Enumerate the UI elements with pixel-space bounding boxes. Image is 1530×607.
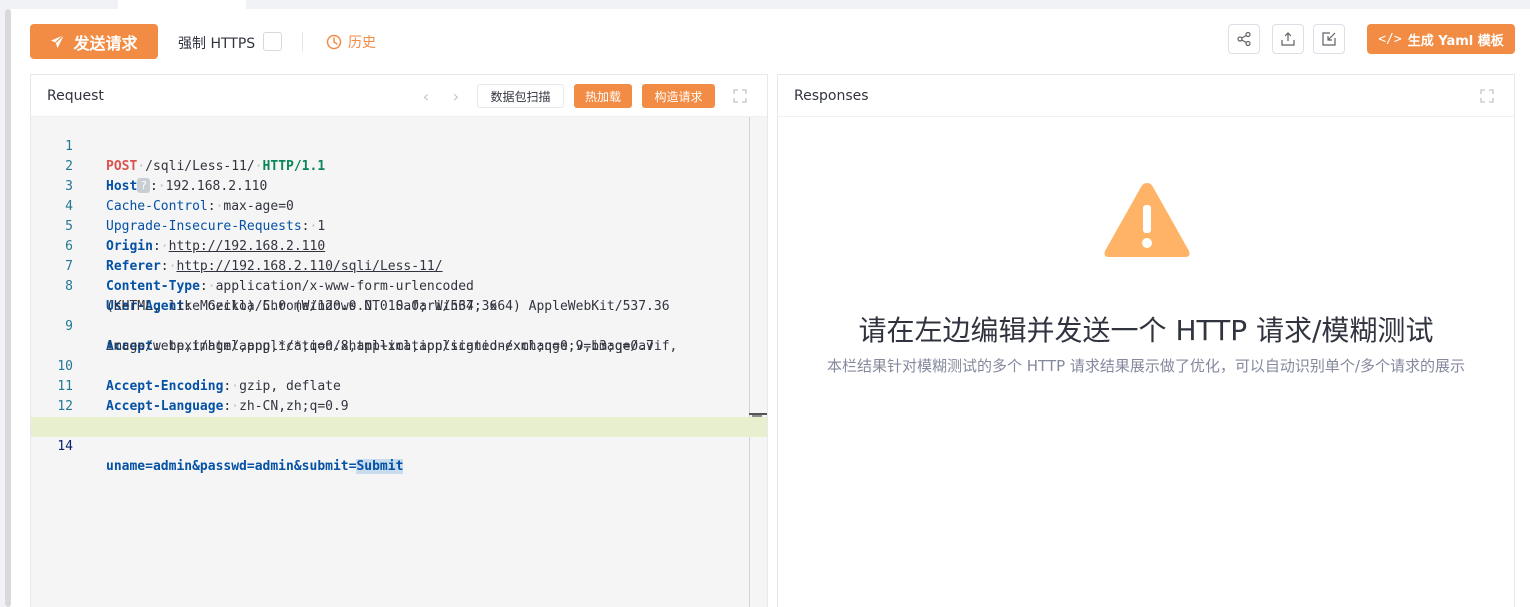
generate-yaml-button[interactable]: </> 生成 Yaml 模板	[1367, 24, 1515, 54]
code-line[interactable]: 8 User-Agent:·Mozilla/5.0 (Windows NT 10…	[31, 257, 767, 314]
share-icon	[1237, 31, 1251, 47]
code-line[interactable]: 4 Upgrade-Insecure-Requests:·1	[31, 177, 767, 234]
code-line[interactable]: 11 Accept-Language:·zh-CN,zh;q=0.9	[31, 357, 767, 414]
code-line[interactable]: 1 POST·/sqli/Less-11/·HTTP/1.1	[31, 117, 767, 174]
responses-panel: Responses 请在左边编辑并发送一个 HTTP 请求/模糊测试 本栏结果针…	[777, 74, 1515, 607]
warning-icon	[1104, 183, 1190, 257]
request-title: Request	[47, 88, 104, 104]
packet-scan-button[interactable]: 数据包扫描	[477, 84, 564, 108]
share-button[interactable]	[1228, 24, 1260, 54]
code-line[interactable]: 7 Content-Type:·application/x-www-form-u…	[31, 237, 767, 294]
code-line[interactable]: 13	[31, 397, 767, 434]
left-scroll-rail	[0, 9, 11, 607]
generate-yaml-label: 生成 Yaml 模板	[1407, 33, 1504, 49]
responses-panel-header: Responses	[778, 75, 1514, 117]
request-editor[interactable]: 1 POST·/sqli/Less-11/·HTTP/1.1 2 Host?:·…	[31, 117, 767, 607]
active-tab[interactable]	[118, 0, 246, 9]
toolbar: 发送请求 强制 HTTPS 历史 </> 生成 Yaml 模板	[30, 24, 1516, 59]
import-button[interactable]	[1313, 24, 1345, 54]
code-line[interactable]: 5 Origin:·http://192.168.2.110	[31, 197, 767, 254]
code-icon: </>	[1378, 31, 1402, 47]
toolbar-divider	[302, 32, 303, 52]
code-line-wrap[interactable]: (KHTML, like Gecko) Chrome/120.0.0.0 Saf…	[31, 277, 767, 314]
send-request-button[interactable]: 发送请求	[30, 24, 158, 59]
selected-text: Submit	[356, 459, 404, 474]
force-https-label: 强制 HTTPS	[178, 36, 256, 52]
export-button[interactable]	[1272, 24, 1304, 54]
code-line-active[interactable]: 14 uname=admin&passwd=admin&submit=Submi…	[31, 417, 767, 474]
top-tab-strip	[0, 0, 1530, 9]
send-request-label: 发送请求	[73, 33, 138, 53]
history-label: 历史	[348, 35, 376, 51]
hot-reload-button[interactable]: 热加载	[574, 84, 632, 108]
clock-icon	[326, 34, 342, 50]
code-line[interactable]: 9 Accept:·text/html,application/xhtml+xm…	[31, 297, 767, 354]
code-line-wrap[interactable]: image/webp,image/apng,*/*;q=0.8,applicat…	[31, 317, 767, 354]
upload-icon	[1281, 32, 1295, 46]
code-line[interactable]: 12 Content-Lengthauto:·38	[31, 377, 767, 434]
request-panel: Request ‹ › 数据包扫描 热加载 构造请求 1 POST·/sqli/…	[30, 74, 768, 607]
paper-plane-icon	[51, 34, 65, 49]
request-panel-header: Request ‹ › 数据包扫描 热加载 构造请求	[31, 75, 767, 117]
chevron-left-icon[interactable]: ‹	[417, 87, 435, 106]
force-https-checkbox[interactable]	[263, 32, 282, 51]
code-line[interactable]: 10 Accept-Encoding:·gzip, deflate	[31, 337, 767, 394]
code-line[interactable]: 6 Referer:·http://192.168.2.110/sqli/Les…	[31, 217, 767, 274]
empty-state-title: 请在左边编辑并发送一个 HTTP 请求/模糊测试	[858, 314, 1434, 347]
chevron-right-icon[interactable]: ›	[447, 87, 465, 106]
code-line[interactable]: 2 Host?:·192.168.2.110	[31, 137, 767, 194]
empty-state-subtitle: 本栏结果针对模糊测试的多个 HTTP 请求结果展示做了优化，可以自动识别单个/多…	[827, 357, 1465, 375]
build-request-button[interactable]: 构造请求	[642, 84, 715, 108]
code-line[interactable]: 3 Cache-Control:·max-age=0	[31, 157, 767, 214]
responses-title: Responses	[794, 88, 869, 104]
fullscreen-icon[interactable]	[732, 88, 748, 104]
fullscreen-icon[interactable]	[1479, 88, 1495, 104]
left-scrollbar[interactable]	[5, 9, 11, 607]
history-button[interactable]: 历史	[326, 32, 376, 52]
request-body: uname=admin&passwd=admin&submit=	[106, 459, 357, 474]
import-icon	[1322, 32, 1336, 46]
code-lines: 1 POST·/sqli/Less-11/·HTTP/1.1 2 Host?:·…	[31, 117, 767, 474]
